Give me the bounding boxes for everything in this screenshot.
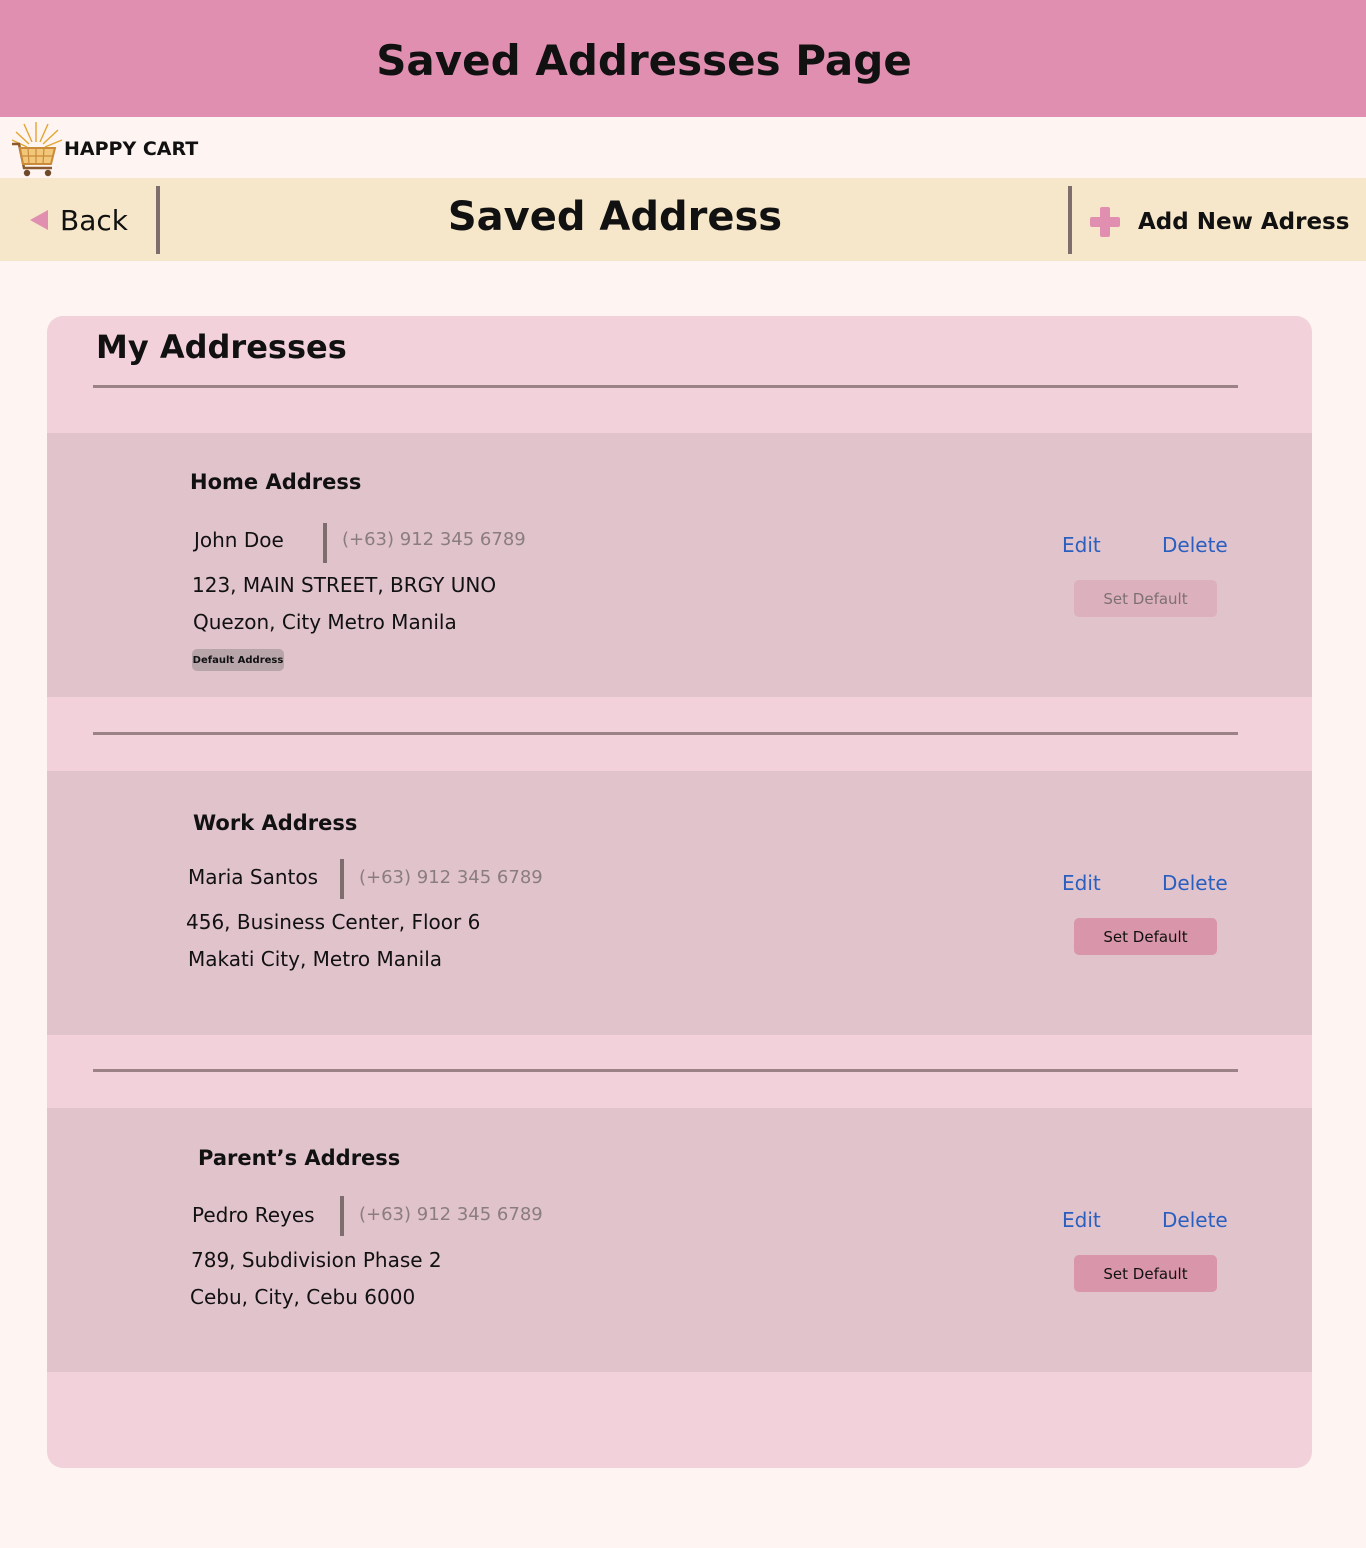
plus-icon bbox=[1090, 207, 1120, 237]
address-line-2: Quezon, City Metro Manila bbox=[193, 610, 457, 634]
back-label: Back bbox=[60, 203, 128, 237]
add-new-address-label: Add New Adress bbox=[1138, 209, 1350, 235]
back-arrow-icon bbox=[30, 210, 48, 230]
edit-link[interactable]: Edit bbox=[1062, 1208, 1101, 1232]
addresses-card: My Addresses Home Address John Doe (+63)… bbox=[47, 316, 1312, 1468]
default-address-badge: Default Address bbox=[192, 649, 284, 671]
card-title: My Addresses bbox=[96, 328, 347, 366]
contact-name: Maria Santos bbox=[188, 865, 319, 889]
contact-phone: (+63) 912 345 6789 bbox=[359, 867, 543, 888]
set-default-button[interactable]: Set Default bbox=[1074, 1255, 1217, 1292]
navbar-title: Saved Address bbox=[447, 194, 783, 240]
address-label: Parent’s Address bbox=[198, 1146, 401, 1170]
contact-divider bbox=[323, 523, 327, 563]
brand[interactable]: HAPPY CART bbox=[8, 120, 268, 178]
delete-link[interactable]: Delete bbox=[1162, 871, 1228, 895]
address-line-1: 123, MAIN STREET, BRGY UNO bbox=[192, 573, 497, 597]
add-new-address-button[interactable]: Add New Adress bbox=[1090, 202, 1349, 242]
address-label: Work Address bbox=[193, 811, 358, 835]
delete-link[interactable]: Delete bbox=[1162, 1208, 1228, 1232]
navbar-divider bbox=[1068, 186, 1072, 254]
contact-phone: (+63) 912 345 6789 bbox=[359, 1204, 543, 1225]
set-default-button[interactable]: Set Default bbox=[1074, 580, 1217, 617]
divider bbox=[93, 385, 1238, 388]
contact-divider bbox=[340, 1196, 344, 1236]
divider bbox=[93, 732, 1238, 735]
contact-name: John Doe bbox=[194, 528, 284, 552]
edit-link[interactable]: Edit bbox=[1062, 871, 1101, 895]
address-line-2: Cebu, City, Cebu 6000 bbox=[190, 1285, 416, 1309]
set-default-button[interactable]: Set Default bbox=[1074, 918, 1217, 955]
contact-phone: (+63) 912 345 6789 bbox=[342, 529, 526, 550]
contact-name: Pedro Reyes bbox=[192, 1203, 315, 1227]
contact-divider bbox=[340, 859, 344, 899]
address-item: Work Address Maria Santos (+63) 912 345 … bbox=[47, 771, 1312, 1035]
address-line-2: Makati City, Metro Manila bbox=[188, 947, 443, 971]
back-button[interactable]: Back bbox=[30, 200, 128, 240]
brand-name: HAPPY CART bbox=[64, 138, 199, 160]
page-banner-title: Saved Addresses Page bbox=[376, 36, 912, 85]
page-banner: Saved Addresses Page bbox=[0, 0, 1366, 117]
address-item: Home Address John Doe (+63) 912 345 6789… bbox=[47, 433, 1312, 697]
delete-link[interactable]: Delete bbox=[1162, 533, 1228, 557]
edit-link[interactable]: Edit bbox=[1062, 533, 1101, 557]
address-line-1: 789, Subdivision Phase 2 bbox=[191, 1248, 442, 1272]
divider bbox=[93, 1069, 1238, 1072]
address-label: Home Address bbox=[190, 470, 362, 494]
navbar: Back Saved Address Add New Adress bbox=[0, 178, 1366, 261]
shopping-cart-icon bbox=[11, 122, 63, 177]
address-item: Parent’s Address Pedro Reyes (+63) 912 3… bbox=[47, 1108, 1312, 1372]
address-line-1: 456, Business Center, Floor 6 bbox=[186, 910, 481, 934]
